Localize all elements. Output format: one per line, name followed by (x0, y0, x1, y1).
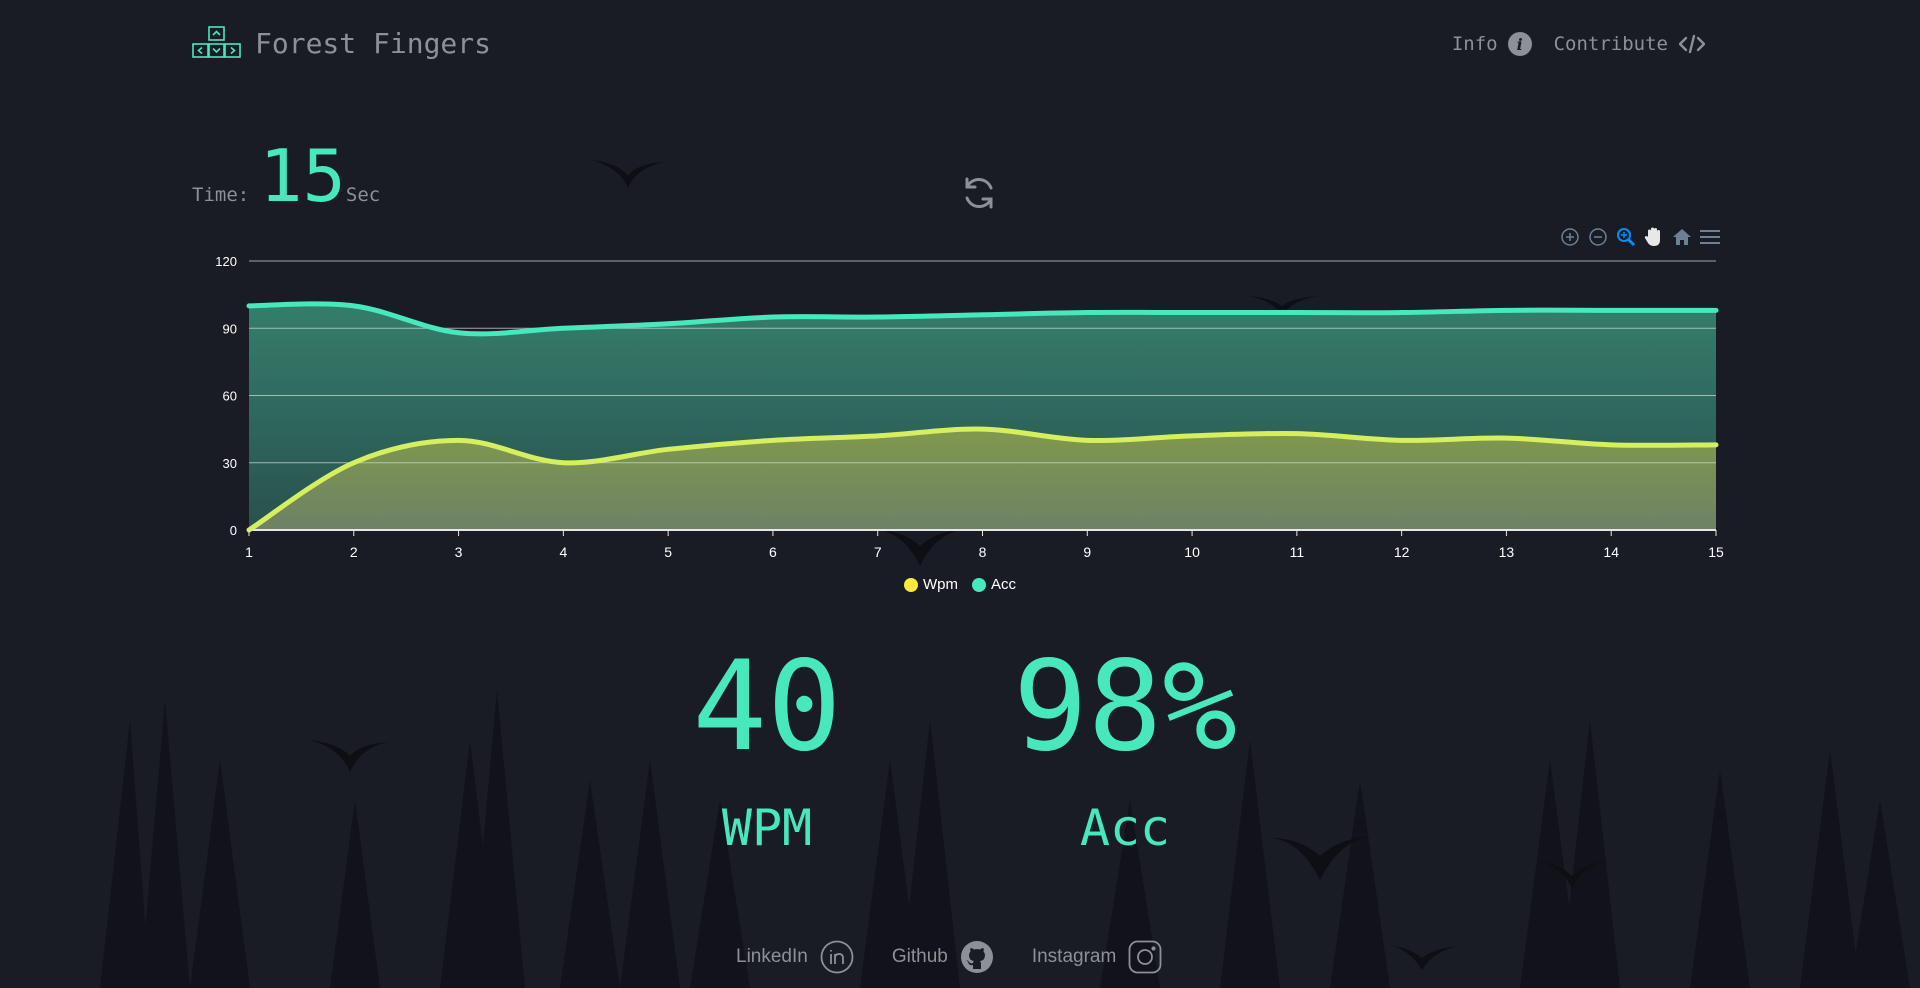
info-icon: i (1507, 32, 1532, 56)
info-label: Info (1451, 33, 1498, 55)
contribute-label: Contribute (1553, 33, 1668, 55)
linkedin-label: LinkedIn (736, 946, 808, 967)
github-icon (960, 941, 993, 973)
x-tick-label-2: 2 (350, 544, 358, 560)
x-tick-label-15: 15 (1708, 544, 1724, 560)
x-tick-label-6: 6 (769, 544, 777, 560)
legend-wpm-label: Wpm (923, 576, 958, 593)
info-link[interactable]: Info i (1452, 32, 1532, 56)
instagram-icon (1128, 940, 1162, 974)
chart-legend: Wpm Acc (904, 576, 1016, 593)
legend-wpm[interactable]: Wpm (904, 576, 958, 593)
x-tick-label-1: 1 (245, 544, 253, 560)
legend-acc-label: Acc (991, 576, 1017, 593)
wpm-value: 40 (692, 635, 842, 779)
y-tick-label-0: 0 (230, 523, 237, 538)
logo[interactable]: Forest Fingers (191, 26, 491, 60)
y-tick-label-90: 90 (223, 321, 237, 336)
top-nav: Info i Contribute (1452, 32, 1706, 56)
keyboard-keys-icon (192, 26, 241, 58)
x-tick-label-12: 12 (1394, 544, 1410, 560)
accuracy-stat: 98% Acc (990, 645, 1260, 853)
linkedin-link[interactable]: LinkedIn (736, 940, 854, 974)
y-tick-label-120: 120 (215, 254, 237, 269)
timer-label: Time: (192, 184, 250, 206)
legend-acc-marker (972, 577, 986, 592)
legend-wpm-marker (904, 577, 918, 592)
y-tick-label-60: 60 (223, 389, 237, 404)
instagram-link[interactable]: Instagram (1032, 940, 1162, 974)
x-tick-label-9: 9 (1083, 544, 1091, 560)
instagram-label: Instagram (1031, 946, 1117, 967)
app-title: Forest Fingers (255, 26, 492, 60)
footer-links: LinkedIn Github Instagram (736, 940, 1162, 974)
github-label: Github (891, 946, 948, 967)
contribute-link[interactable]: Contribute (1554, 33, 1706, 55)
x-tick-label-11: 11 (1290, 544, 1305, 560)
x-tick-label-8: 8 (979, 544, 987, 560)
timer-value: 15 (259, 134, 346, 218)
acc-label: Acc (1079, 799, 1171, 857)
area-wpm (249, 429, 1716, 530)
x-tick-label-3: 3 (455, 544, 463, 560)
wpm-stat: 40 WPM (682, 645, 852, 853)
restart-icon[interactable] (960, 174, 998, 212)
acc-value: 98% (1013, 635, 1237, 779)
linkedin-icon (820, 940, 854, 974)
x-tick-label-7: 7 (874, 544, 882, 560)
x-tick-label-4: 4 (559, 544, 567, 560)
wpm-label: WPM (721, 799, 813, 857)
timer: Time: 15 Sec (192, 140, 380, 212)
x-tick-label-10: 10 (1184, 544, 1200, 560)
timer-unit: Sec (345, 184, 381, 206)
github-link[interactable]: Github (892, 940, 994, 974)
x-tick-label-5: 5 (664, 544, 672, 560)
legend-acc[interactable]: Acc (972, 576, 1016, 593)
code-icon (1678, 34, 1706, 54)
y-tick-label-30: 30 (223, 456, 237, 471)
results-chart: 03060901201 2 3 4 5 6 7 8 9 10 11 12 13 14 15 (215, 254, 1724, 560)
x-tick-label-13: 13 (1499, 544, 1515, 560)
x-tick-label-14: 14 (1603, 544, 1619, 560)
